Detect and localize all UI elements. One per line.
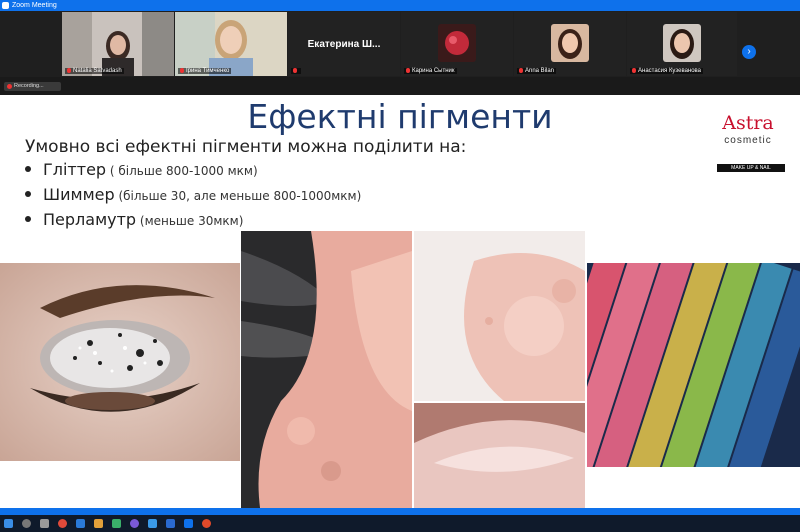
participant-name: Карина Сытник [404,68,457,74]
browser-icon[interactable] [58,519,67,528]
logo-tagline: MAKE UP & NAIL [717,164,785,172]
participant-tile[interactable]: Anna Bilan [514,12,626,76]
participant-name: Анастасия Кузеванова [630,68,704,74]
participant-name: Natalia Satvadash [65,68,124,74]
participant-tile[interactable]: Екатерина Ш... [288,12,400,76]
os-taskbar [0,515,800,532]
start-icon[interactable] [4,519,13,528]
logo-sub: cosmetic [724,135,772,146]
opera-icon[interactable] [202,519,211,528]
slide-title: Ефектні пігменти [247,97,553,136]
participant-avatar [438,24,476,62]
zoom-taskbar-icon[interactable] [184,519,193,528]
viber-icon[interactable] [130,519,139,528]
glitter-eye-image [0,263,240,461]
screenshare-bottom-bar [0,508,800,515]
participant-avatar [551,24,589,62]
shared-slide: Ефектні пігменти Умовно всі ефектні пігм… [0,95,800,515]
zoom-icon [2,2,9,9]
pearl-smear-image [414,403,585,515]
participant-video [175,12,287,76]
task-view-icon[interactable] [40,519,49,528]
participant-avatar [663,24,701,62]
window-title: Zoom Meeting [12,2,57,9]
participant-tile[interactable]: Карина Сытник [401,12,513,76]
mic-muted-icon [180,68,184,73]
window-titlebar: Zoom Meeting [0,0,800,11]
participant-name: Екатерина Ш... [307,39,381,50]
logo-brand: Astra [722,112,774,134]
participant-name: Anna Bilan [517,68,557,74]
recording-label: Recording... [14,83,44,89]
slide-bullets: Гліттер ( більше 800-1000 мкм) Шиммер (б… [25,160,361,235]
swatches-image [587,263,800,467]
participant-name: Ірина Тимченко [178,68,232,74]
bullet-dot [25,166,31,172]
participant-video [62,12,174,76]
record-dot-icon [7,84,12,89]
chevron-right-icon[interactable]: › [742,45,756,59]
mic-muted-icon [293,68,297,73]
bullet-dot [25,216,31,222]
brand-logo: Astra cosmetic MAKE UP & NAIL [711,97,785,175]
bullet-item: Шиммер (більше 30, але меньше 800-1000мк… [25,185,361,210]
mic-muted-icon [519,68,523,73]
slide-intro: Умовно всі ефектні пігменти можна поділи… [25,137,467,157]
participant-tile[interactable]: Natalia Satvadash [62,12,174,76]
search-icon[interactable] [22,519,31,528]
pearl-powder-image [414,231,585,401]
participant-strip: Natalia Satvadash Ірина Тимченко Екатери… [0,11,800,77]
mic-muted-icon [406,68,410,73]
participant-tile[interactable]: Анастасия Кузеванова [627,12,737,76]
folder-icon[interactable] [94,519,103,528]
recording-indicator[interactable]: Recording... [4,82,61,91]
shimmer-powder-image [241,231,412,515]
mic-muted-icon [632,68,636,73]
mic-muted-icon [67,68,71,73]
participant-mute-badge [291,68,301,74]
participant-tile[interactable]: Ірина Тимченко [175,12,287,76]
app-icon[interactable] [112,519,121,528]
word-icon[interactable] [76,519,85,528]
bullet-item: Гліттер ( більше 800-1000 мкм) [25,160,361,185]
edge-icon[interactable] [166,519,175,528]
skype-icon[interactable] [148,519,157,528]
bullet-dot [25,191,31,197]
